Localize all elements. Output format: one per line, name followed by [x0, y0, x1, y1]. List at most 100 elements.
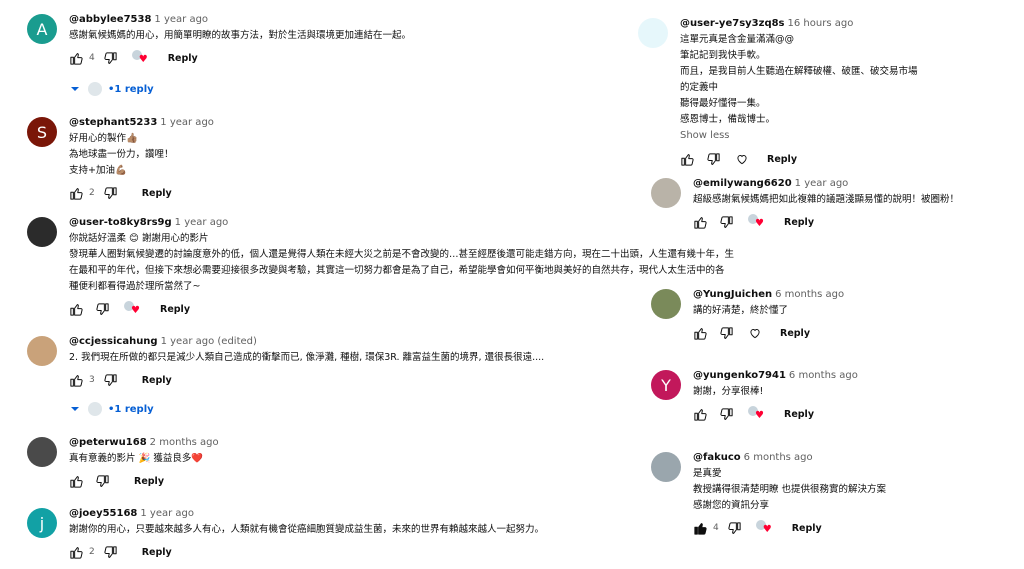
heart-outline-icon[interactable]: [735, 152, 749, 166]
dislike-icon[interactable]: [727, 521, 742, 536]
timestamp[interactable]: 6 months ago: [775, 289, 844, 300]
like-count: 4: [713, 523, 719, 533]
avatar[interactable]: [27, 336, 57, 366]
like-icon[interactable]: [69, 545, 84, 560]
view-replies-button[interactable]: • 1 reply: [70, 402, 154, 416]
reply-button[interactable]: Reply: [784, 217, 814, 228]
avatar[interactable]: j: [27, 508, 57, 538]
dislike-icon[interactable]: [95, 474, 110, 489]
comment-text-line: 2. 我們現在所做的都只是減少人類自己造成的衝擊而已, 像淨灘, 種樹, 環保3…: [69, 352, 545, 363]
comment-actions: Reply: [693, 323, 844, 343]
comment-text-line: 感恩博士，備哉博士。: [680, 114, 776, 125]
like-icon[interactable]: [693, 215, 708, 230]
avatar[interactable]: [651, 289, 681, 319]
reply-button[interactable]: Reply: [780, 328, 810, 339]
like-icon[interactable]: [680, 152, 695, 167]
author-name[interactable]: @user-ye7sy3zq8s: [680, 18, 785, 29]
reply-button[interactable]: Reply: [792, 523, 822, 534]
dislike-icon[interactable]: [103, 373, 118, 388]
creator-heart-icon: ♥: [748, 406, 766, 422]
like-icon[interactable]: [693, 326, 708, 341]
comment-text-line: 真有意義的影片 🎉 獲益良多❤️: [69, 453, 204, 464]
avatar[interactable]: [27, 217, 57, 247]
comment-text-line: 教授講得很清楚明瞭 也提供很務實的解決方案: [693, 484, 887, 495]
creator-heart-icon: ♥: [748, 214, 766, 230]
like-icon[interactable]: [693, 407, 708, 422]
comment-text-line: 是真愛: [693, 468, 722, 479]
comment-text-line: 好用心的製作👍🏽: [69, 133, 138, 144]
dislike-icon[interactable]: [103, 51, 118, 66]
author-name[interactable]: @emilywang6620: [693, 178, 792, 189]
comment-body: @joey55168 1 year ago 謝謝你的用心，只要越來越多人有心，人類就…: [69, 507, 544, 562]
replies-count: 1 reply: [114, 83, 154, 95]
timestamp[interactable]: 1 year ago: [160, 117, 214, 128]
dislike-icon[interactable]: [706, 152, 721, 167]
reply-button[interactable]: Reply: [168, 53, 198, 64]
reply-button[interactable]: Reply: [134, 476, 164, 487]
comment-header: @emilywang6620 1 year ago: [693, 177, 959, 191]
author-name[interactable]: @peterwu168: [69, 437, 147, 448]
heart-outline-icon[interactable]: [748, 326, 762, 340]
reply-button[interactable]: Reply: [142, 188, 172, 199]
comment-body: @stephant5233 1 year ago 好用心的製作👍🏽 為地球盡一份力，讚…: [69, 116, 214, 203]
author-name[interactable]: @YungJuichen: [693, 289, 772, 300]
like-count: 2: [89, 188, 95, 198]
like-icon[interactable]: [69, 302, 84, 317]
show-less-link[interactable]: Show less: [680, 128, 918, 144]
dislike-icon[interactable]: [719, 215, 734, 230]
comment-body: @yungenko7941 6 months ago 謝謝，分享很棒! ♥ Reply: [693, 369, 858, 424]
dislike-icon[interactable]: [719, 326, 734, 341]
like-icon[interactable]: [69, 186, 84, 201]
timestamp[interactable]: 6 months ago: [744, 452, 813, 463]
timestamp[interactable]: 6 months ago: [789, 370, 858, 381]
author-name[interactable]: @abbylee7538: [69, 14, 151, 25]
dislike-icon[interactable]: [103, 186, 118, 201]
dislike-icon[interactable]: [719, 407, 734, 422]
timestamp[interactable]: 16 hours ago: [788, 18, 854, 29]
comment-header: @YungJuichen 6 months ago: [693, 288, 844, 302]
comment-actions: Reply: [69, 471, 219, 491]
timestamp[interactable]: 1 year ago: [175, 217, 229, 228]
timestamp[interactable]: 1 year ago (edited): [161, 336, 257, 347]
reply-button[interactable]: Reply: [767, 154, 797, 165]
comment-body: @YungJuichen 6 months ago 講的好清楚，終於懂了 Reply: [693, 288, 844, 343]
reply-button[interactable]: Reply: [160, 304, 190, 315]
author-name[interactable]: @user-to8ky8rs9g: [69, 217, 172, 228]
chevron-down-icon: [70, 84, 80, 94]
like-icon[interactable]: [69, 373, 84, 388]
author-name[interactable]: @ccjessicahung: [69, 336, 158, 347]
comment-body: @emilywang6620 1 year ago 超級感謝氣候媽媽把如此複雜的議題…: [693, 177, 959, 232]
dislike-icon[interactable]: [103, 545, 118, 560]
avatar[interactable]: [651, 178, 681, 208]
timestamp[interactable]: 1 year ago: [140, 508, 194, 519]
like-icon[interactable]: [69, 51, 84, 66]
comment-text-line: 感謝您的資訊分享: [693, 500, 770, 511]
like-icon[interactable]: [693, 521, 708, 536]
author-name[interactable]: @fakuco: [693, 452, 741, 463]
dislike-icon[interactable]: [95, 302, 110, 317]
view-replies-button[interactable]: • 1 reply: [70, 82, 154, 96]
reply-button[interactable]: Reply: [142, 375, 172, 386]
comment-text-line: 為地球盡一份力，讚哩！: [69, 149, 174, 160]
avatar[interactable]: S: [27, 117, 57, 147]
avatar[interactable]: [638, 18, 668, 48]
creator-avatar: [88, 402, 102, 416]
avatar[interactable]: A: [27, 14, 57, 44]
timestamp[interactable]: 2 months ago: [150, 437, 219, 448]
avatar[interactable]: [27, 437, 57, 467]
avatar[interactable]: Y: [651, 370, 681, 400]
comment-text-line: 在最和平的年代，但接下來想必需要迎接很多改變與考驗，其實這一切努力都會是為了自己…: [69, 265, 725, 276]
comment-header: @stephant5233 1 year ago: [69, 116, 214, 130]
timestamp[interactable]: 1 year ago: [154, 14, 208, 25]
reply-button[interactable]: Reply: [142, 547, 172, 558]
like-icon[interactable]: [69, 474, 84, 489]
author-name[interactable]: @yungenko7941: [693, 370, 786, 381]
reply-button[interactable]: Reply: [784, 409, 814, 420]
creator-avatar: [88, 82, 102, 96]
author-name[interactable]: @stephant5233: [69, 117, 157, 128]
like-count: 3: [89, 375, 95, 385]
timestamp[interactable]: 1 year ago: [795, 178, 849, 189]
avatar[interactable]: [651, 452, 681, 482]
author-name[interactable]: @joey55168: [69, 508, 137, 519]
replies-count: 1 reply: [114, 403, 154, 415]
